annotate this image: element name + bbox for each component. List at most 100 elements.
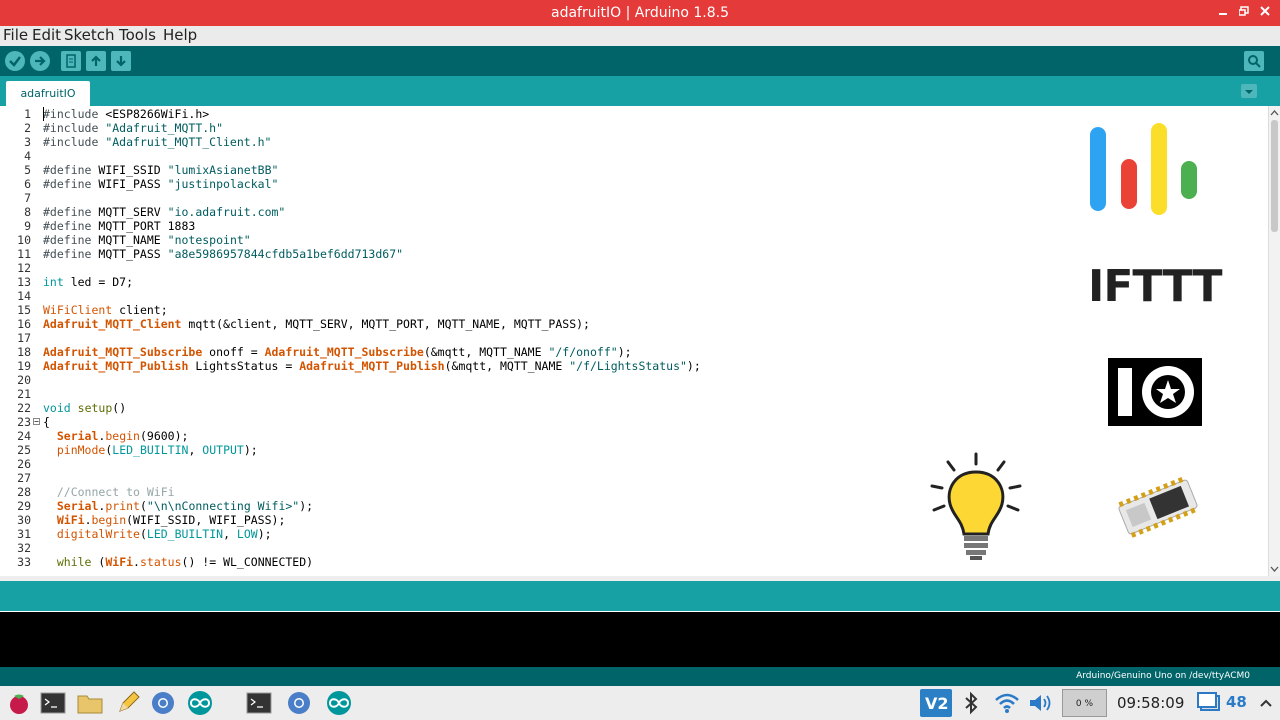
code-line: digitalWrite(LED_BUILTIN, LOW); [56, 527, 272, 541]
code-line: #define MQTT_PORT 1883 [43, 219, 196, 233]
taskbar-file-manager[interactable] [76, 689, 104, 717]
new-button[interactable] [61, 51, 81, 71]
code-line: WiFiClient client; [43, 303, 168, 317]
line-number: 26 [17, 457, 31, 471]
line-number: 1 [24, 107, 31, 121]
line-number: 18 [17, 345, 31, 359]
window-title-bar: adafruitIO | Arduino 1.8.5 [0, 0, 1280, 26]
menu-edit[interactable]: Edit [32, 26, 61, 45]
code-line: Adafruit_MQTT_Client mqtt(&client, MQTT_… [43, 317, 590, 331]
menu-tools[interactable]: Tools [119, 26, 156, 45]
line-number: 14 [17, 289, 31, 303]
close-button[interactable] [1258, 4, 1272, 20]
bluetooth-tray-button[interactable] [957, 689, 985, 717]
serial-monitor-button[interactable] [1244, 51, 1264, 71]
tab-adafruitio[interactable]: adafruitIO [6, 81, 90, 106]
code-line: #define MQTT_SERV "io.adafruit.com" [43, 205, 286, 219]
toolbar [0, 46, 1280, 76]
google-assistant-logo [1090, 123, 1197, 215]
clock[interactable]: 09:58:09 [1117, 694, 1184, 712]
minimize-icon [1219, 13, 1227, 15]
arduino-icon [188, 691, 212, 715]
wifi-tray-button[interactable] [993, 689, 1021, 717]
arrow-down-icon [116, 56, 126, 67]
code-line: { [43, 415, 50, 429]
line-number: 4 [24, 149, 31, 163]
line-number: 3 [24, 135, 31, 149]
fold-toggle[interactable] [33, 418, 40, 425]
line-number: 25 [17, 443, 31, 457]
line-number: 27 [17, 471, 31, 485]
line-number: 15 [17, 303, 31, 317]
board-status-bar: Arduino/Genuino Uno on /dev/ttyACM0 [0, 667, 1280, 686]
tab-menu-button[interactable] [1241, 84, 1257, 98]
tab-strip: adafruitIO [0, 76, 1280, 106]
line-number: 23 [17, 415, 31, 429]
vnc-icon: V2 [925, 694, 949, 713]
menu-file[interactable]: File [3, 26, 28, 45]
code-line: Adafruit_MQTT_Subscribe onoff = Adafruit… [43, 345, 632, 359]
line-number: 21 [17, 387, 31, 401]
minimize-button[interactable] [1216, 4, 1230, 20]
scroll-down-icon [1270, 566, 1279, 572]
code-editor[interactable]: 1 2 3 4 5 6 7 8 9 10 11 12 13 14 15 16 17 18 19 20 21 22 23 24 2… [0, 106, 1268, 576]
notification-count: 48 [1226, 693, 1247, 711]
terminal-icon [40, 692, 66, 714]
speaker-icon [1030, 695, 1051, 711]
line-number: 11 [17, 247, 31, 261]
code-line: WiFi.begin(WIFI_SSID, WIFI_PASS); [56, 513, 286, 527]
taskbar-window-arduino[interactable] [325, 689, 353, 717]
line-number: 13 [17, 275, 31, 289]
code-line: int led = D7; [43, 275, 134, 289]
code-line: #include "Adafruit_MQTT_Client.h" [43, 135, 272, 149]
raspberry-menu-button[interactable] [5, 689, 33, 717]
open-button[interactable] [86, 51, 106, 71]
menu-bar: File Edit Sketch Tools Help [0, 26, 1280, 46]
cpu-monitor[interactable]: 0 % [1062, 689, 1107, 717]
code-line: Serial.print("\n\nConnecting Wifi>"); [56, 499, 314, 513]
svg-text:V2: V2 [925, 694, 949, 713]
magnifier-icon [1248, 55, 1261, 68]
editor-scrollbar[interactable] [1268, 106, 1280, 576]
line-number: 32 [17, 541, 31, 555]
menu-sketch[interactable]: Sketch [64, 26, 115, 45]
new-file-icon [66, 54, 76, 68]
taskbar-text-editor[interactable] [114, 689, 142, 717]
code-line: #define MQTT_PASS "a8e5986957844cfdb5a1b… [43, 247, 404, 261]
line-number: 19 [17, 359, 31, 373]
tray-scroll-button[interactable] [1254, 689, 1278, 717]
save-button[interactable] [111, 51, 131, 71]
chevron-down-icon [1245, 90, 1253, 94]
light-bulb-icon [930, 452, 1022, 560]
chevron-up-icon [1260, 699, 1272, 707]
arrow-right-icon [35, 56, 46, 66]
scrollbar-thumb[interactable] [1271, 120, 1278, 232]
upload-button[interactable] [30, 51, 50, 71]
line-number: 24 [17, 429, 31, 443]
taskbar-browser[interactable] [149, 689, 177, 717]
taskbar-window-browser[interactable] [285, 689, 313, 717]
taskbar-window-terminal[interactable] [245, 689, 273, 717]
scroll-up-icon [1270, 110, 1279, 116]
line-number: 33 [17, 555, 31, 569]
console-output [0, 611, 1280, 667]
line-number: 2 [24, 121, 31, 135]
taskbar-terminal-launcher[interactable] [39, 689, 67, 717]
arduino-icon [327, 691, 351, 715]
menu-help[interactable]: Help [163, 26, 197, 45]
notifications-button[interactable] [1196, 689, 1224, 717]
vnc-tray-button[interactable]: V2 [920, 689, 952, 717]
taskbar: V2 0 % 09:58:09 48 [0, 686, 1280, 720]
checkmark-icon [9, 56, 21, 67]
notification-icon [1197, 692, 1220, 711]
code-line: #define WIFI_PASS "justinpolackal" [43, 177, 279, 191]
verify-button[interactable] [5, 51, 25, 71]
maximize-button[interactable] [1237, 4, 1251, 20]
chromium-icon [288, 692, 310, 714]
esp8266-board-icon [1118, 477, 1198, 538]
chromium-icon [152, 692, 174, 714]
code-line: pinMode(LED_BUILTIN, OUTPUT); [56, 443, 258, 457]
volume-tray-button[interactable] [1026, 689, 1054, 717]
taskbar-arduino[interactable] [186, 689, 214, 717]
arrow-up-icon [91, 55, 101, 66]
